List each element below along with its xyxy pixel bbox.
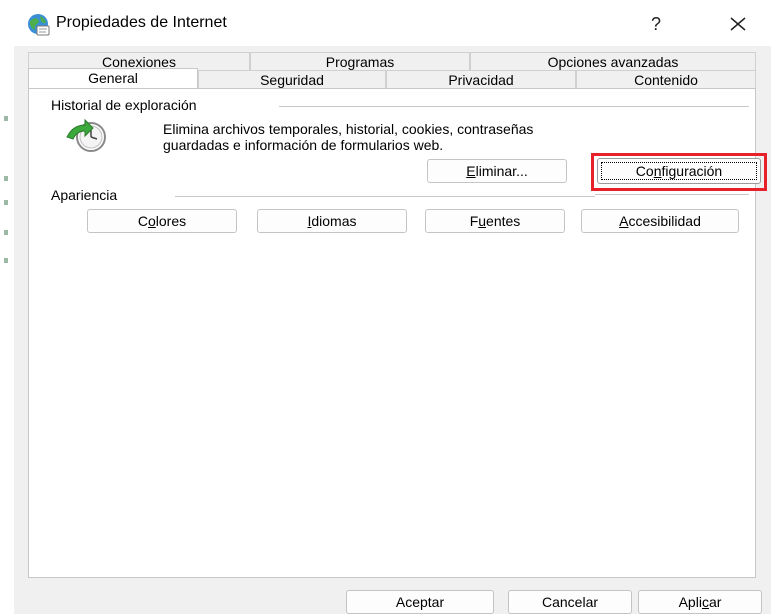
button-text: entes	[486, 213, 521, 229]
delete-button[interactable]: Eliminar...	[427, 159, 567, 183]
close-icon[interactable]	[722, 10, 752, 38]
title-bar: Propiedades de Internet ?	[14, 0, 771, 46]
button-text: ccesibilidad	[628, 213, 701, 229]
button-text: F	[469, 213, 479, 229]
button-text: C	[137, 213, 148, 229]
background-mark	[4, 176, 8, 181]
cancel-button[interactable]: Cancelar	[508, 590, 632, 614]
focus-indicator	[601, 162, 757, 180]
history-group-divider	[279, 106, 749, 107]
history-description-line1: Elimina archivos temporales, historial, …	[163, 121, 534, 137]
button-text: Apli	[678, 594, 702, 610]
tab-label: Opciones avanzadas	[547, 54, 679, 70]
history-description-line2: guardadas e información de formularios w…	[163, 137, 444, 153]
appearance-group-label: Apariencia	[51, 187, 118, 203]
internet-properties-dialog: Propiedades de Internet ? Conexiones Pro…	[14, 0, 771, 614]
tab-general[interactable]: General	[28, 68, 198, 89]
button-text: diomas	[311, 213, 357, 229]
help-button[interactable]: ?	[644, 12, 668, 36]
tab-label: Contenido	[634, 72, 698, 88]
languages-button[interactable]: Idiomas	[257, 209, 407, 233]
button-accesskey: c	[701, 594, 709, 610]
background-mark	[4, 116, 8, 121]
background-mark	[4, 200, 8, 205]
appearance-group-divider	[175, 196, 595, 197]
appearance-group-divider	[595, 194, 749, 195]
tab-strip: Conexiones Programas Opciones avanzadas …	[14, 46, 771, 90]
button-accesskey: o	[147, 213, 156, 229]
tab-label: Programas	[325, 54, 395, 70]
window-title: Propiedades de Internet	[56, 14, 227, 31]
ok-button[interactable]: Aceptar	[346, 590, 494, 614]
button-accesskey: u	[478, 213, 487, 229]
button-text: liminar...	[475, 163, 528, 179]
general-tab-panel: Historial de exploración Elimina archivo…	[28, 88, 767, 578]
internet-globe-icon	[28, 14, 50, 36]
colors-button[interactable]: Colores	[87, 209, 237, 233]
button-text: ar	[708, 594, 722, 610]
tab-label: General	[88, 70, 138, 86]
tab-label: Privacidad	[448, 72, 514, 88]
history-group-label: Historial de exploración	[51, 97, 203, 113]
tab-label: Seguridad	[260, 72, 324, 88]
history-clock-icon	[66, 118, 106, 152]
apply-button[interactable]: Aplicar	[638, 590, 762, 614]
tab-opciones-avanzadas[interactable]: Opciones avanzadas	[470, 52, 756, 70]
button-text: lores	[155, 213, 187, 229]
background-mark	[4, 258, 8, 263]
background-window-edge	[0, 0, 15, 614]
tab-contenido[interactable]: Contenido	[576, 70, 756, 88]
fonts-button[interactable]: Fuentes	[425, 209, 565, 233]
tab-seguridad[interactable]: Seguridad	[198, 70, 386, 88]
button-accesskey: E	[466, 163, 476, 179]
history-description: Elimina archivos temporales, historial, …	[163, 121, 723, 153]
settings-button[interactable]: Configuración	[597, 158, 761, 184]
tab-programas[interactable]: Programas	[250, 52, 470, 70]
background-mark	[4, 230, 8, 235]
tab-privacidad[interactable]: Privacidad	[386, 70, 576, 88]
accessibility-button[interactable]: Accesibilidad	[581, 209, 739, 233]
